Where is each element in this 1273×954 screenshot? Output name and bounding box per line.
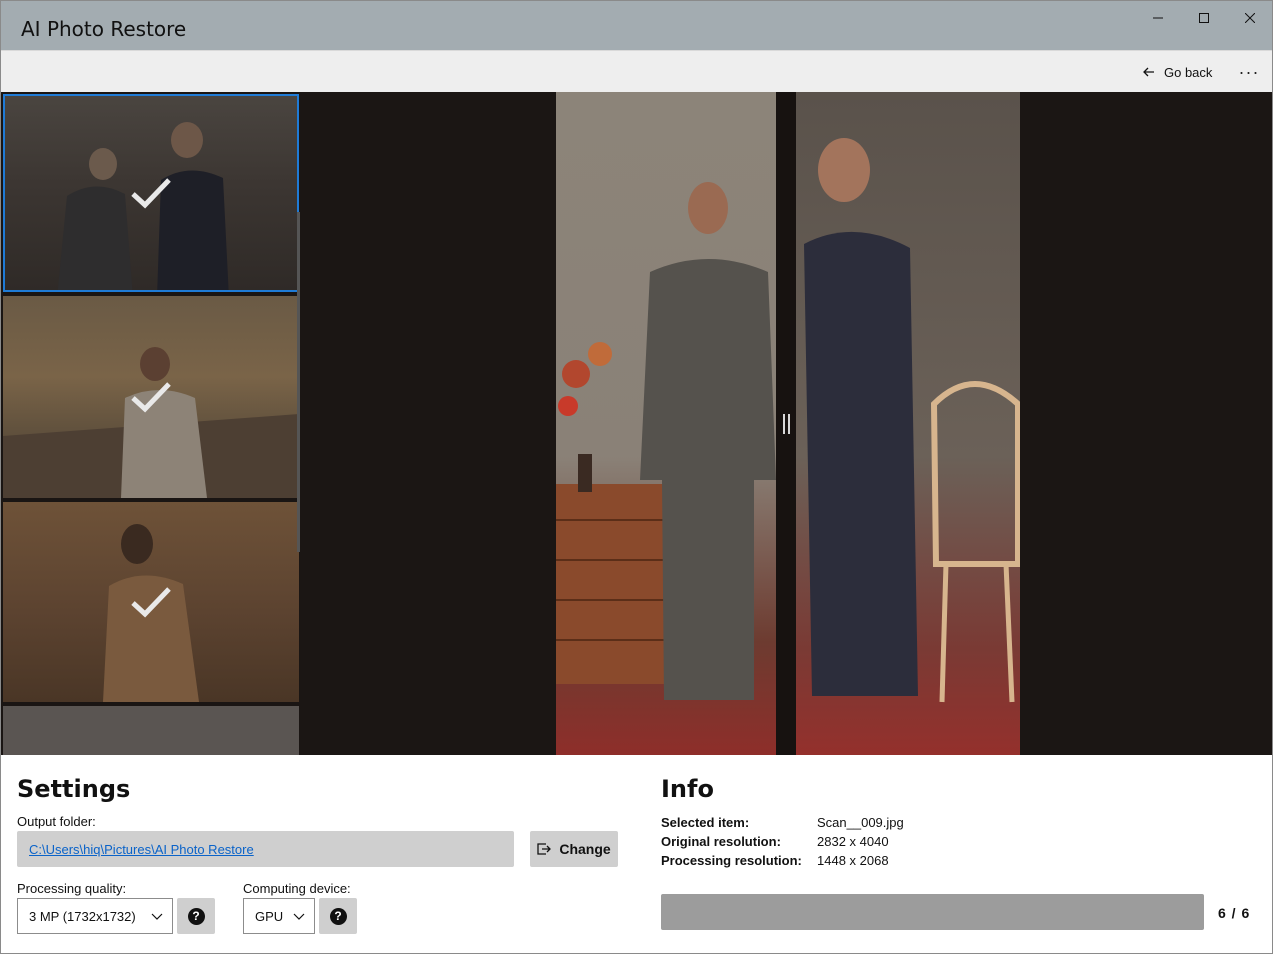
processing-quality-select[interactable]: 3 MP (1732x1732)	[17, 898, 173, 934]
thumbnail-list[interactable]	[1, 92, 300, 755]
progress-bar-fill	[661, 894, 1204, 930]
more-options-button[interactable]: ···	[1235, 62, 1263, 82]
help-icon: ?	[329, 907, 347, 925]
settings-heading: Settings	[17, 775, 131, 803]
processing-quality-label: Processing quality:	[17, 881, 127, 896]
bottom-panel: Settings Output folder: C:\Users\hiq\Pic…	[1, 755, 1272, 953]
info-key-selected-item: Selected item:	[661, 815, 750, 830]
quality-help-button[interactable]: ?	[177, 898, 215, 934]
info-key-processing-resolution: Processing resolution:	[661, 853, 802, 868]
app-window: AI Photo Restore Go back ··· Settings Ou…	[0, 0, 1273, 954]
photo-restored-half	[796, 92, 1020, 755]
change-folder-button[interactable]: Change	[530, 831, 618, 867]
checkmark-icon	[131, 382, 171, 413]
thumbnail-item[interactable]	[3, 296, 299, 498]
output-folder-link[interactable]: C:\Users\hiq\Pictures\AI Photo Restore	[29, 842, 254, 857]
computing-device-label: Computing device:	[243, 881, 351, 896]
title-bar[interactable]: AI Photo Restore	[1, 1, 1272, 50]
minimize-icon	[1153, 17, 1163, 19]
man-figure-image	[640, 182, 776, 700]
wicker-chair-image	[930, 381, 1020, 703]
computing-device-value: GPU	[255, 908, 284, 924]
split-handle-icon[interactable]	[780, 412, 792, 436]
help-icon: ?	[187, 907, 205, 925]
progress-bar	[661, 894, 1204, 930]
photo-original-half	[556, 92, 776, 755]
maximize-button[interactable]	[1181, 1, 1227, 35]
info-heading: Info	[661, 775, 714, 803]
close-icon	[1245, 13, 1255, 23]
chevron-down-icon	[293, 913, 305, 920]
checkmark-icon	[131, 178, 171, 209]
info-value-selected-item: Scan__009.jpg	[817, 815, 904, 830]
thumbnail-item[interactable]	[3, 706, 299, 755]
young-man-figure-image	[804, 138, 918, 696]
output-folder-field: C:\Users\hiq\Pictures\AI Photo Restore	[17, 831, 514, 867]
thumbnail-item-selected[interactable]	[3, 94, 299, 292]
change-label: Change	[559, 841, 611, 857]
app-title: AI Photo Restore	[21, 17, 187, 41]
processing-quality-value: 3 MP (1732x1732)	[29, 908, 136, 924]
thumbnail-item[interactable]	[3, 502, 299, 702]
close-button[interactable]	[1227, 1, 1272, 35]
thumb-figure	[121, 347, 207, 498]
output-folder-label: Output folder:	[17, 814, 96, 829]
command-bar: Go back ···	[1, 50, 1272, 92]
thumb-figure-left	[57, 148, 133, 290]
info-key-original-resolution: Original resolution:	[661, 834, 781, 849]
flower-vase-image	[558, 342, 612, 492]
checkmark-icon	[131, 587, 171, 618]
progress-counter: 6 / 6	[1218, 905, 1251, 921]
go-back-button[interactable]: Go back	[1143, 63, 1212, 81]
info-value-processing-resolution: 1448 x 2068	[817, 853, 889, 868]
minimize-button[interactable]	[1135, 1, 1181, 35]
computing-device-select[interactable]: GPU	[243, 898, 315, 934]
chevron-down-icon	[151, 913, 163, 920]
go-back-label: Go back	[1164, 64, 1213, 80]
device-help-button[interactable]: ?	[319, 898, 357, 934]
photo-viewer[interactable]	[300, 92, 1272, 755]
arrow-left-icon	[1143, 67, 1154, 77]
info-value-original-resolution: 2832 x 4040	[817, 834, 889, 849]
maximize-icon	[1199, 13, 1209, 23]
open-folder-icon	[537, 843, 552, 855]
